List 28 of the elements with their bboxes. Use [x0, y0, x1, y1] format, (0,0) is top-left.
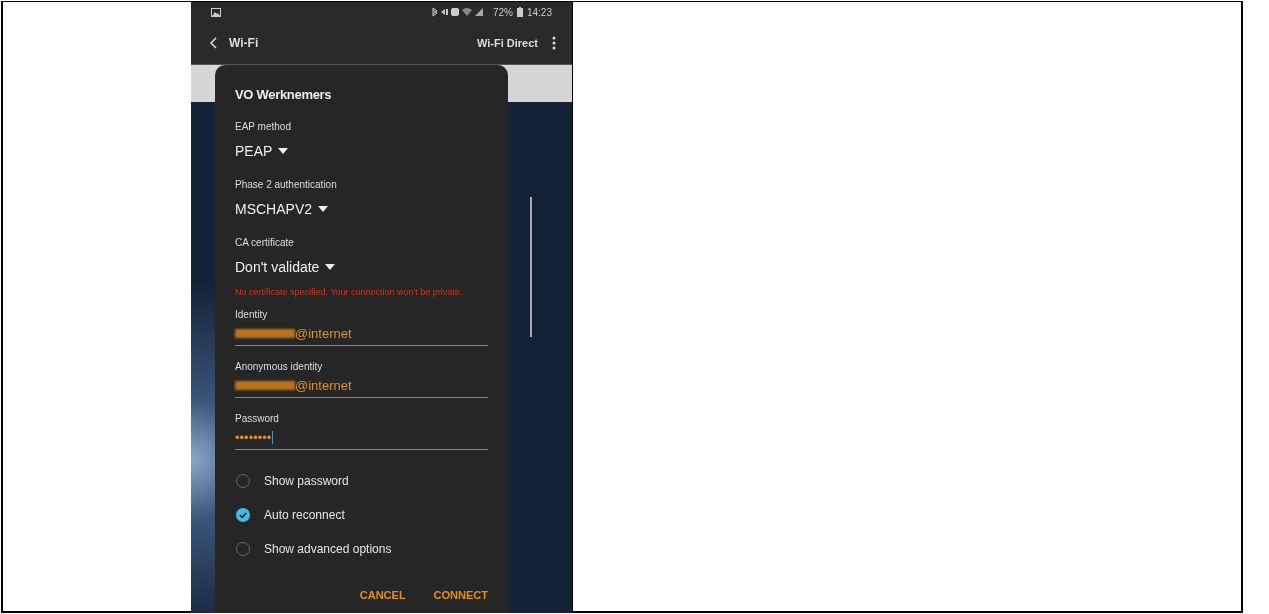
dropdown[interactable]: PEAP: [235, 141, 289, 161]
dropdown-label: Phase 2 authentication: [235, 178, 337, 192]
connect-button[interactable]: CONNECT: [433, 587, 488, 603]
dropdown[interactable]: Don't validate: [235, 257, 336, 277]
caret-icon: [278, 148, 289, 154]
dropdown[interactable]: MSCHAPV2: [235, 199, 329, 219]
status-time: 14:23: [526, 6, 552, 18]
more-options-icon[interactable]: [552, 36, 556, 50]
input-field[interactable]: Anonymous identity @internet: [235, 360, 488, 398]
input-field[interactable]: Password ••••••••: [235, 412, 488, 450]
battery-percentage: 72%: [492, 6, 513, 18]
checkbox-option[interactable]: Auto reconnect: [235, 498, 488, 532]
back-icon[interactable]: [209, 37, 217, 49]
dropdown-label: CA certificate: [235, 236, 294, 250]
input-field[interactable]: Identity @internet: [235, 308, 488, 346]
checkbox-option[interactable]: Show advanced options: [235, 532, 488, 566]
cancel-button[interactable]: CANCEL: [359, 587, 406, 603]
image-icon: [211, 7, 221, 17]
checked-checkbox[interactable]: [236, 508, 250, 522]
caret-icon: [318, 206, 329, 212]
wifi-direct-link[interactable]: Wi-Fi Direct: [477, 37, 538, 49]
dialog-title: VO Werknemers: [235, 87, 332, 103]
screen-title: Wi-Fi: [229, 36, 259, 50]
checkbox-option[interactable]: Show password: [235, 464, 488, 498]
dropdown-label: EAP method: [235, 120, 291, 134]
warning-text: No certificate specified. Your connection won't be private.: [235, 286, 464, 298]
caret-icon: [325, 264, 336, 270]
battery-icon: [516, 7, 523, 17]
